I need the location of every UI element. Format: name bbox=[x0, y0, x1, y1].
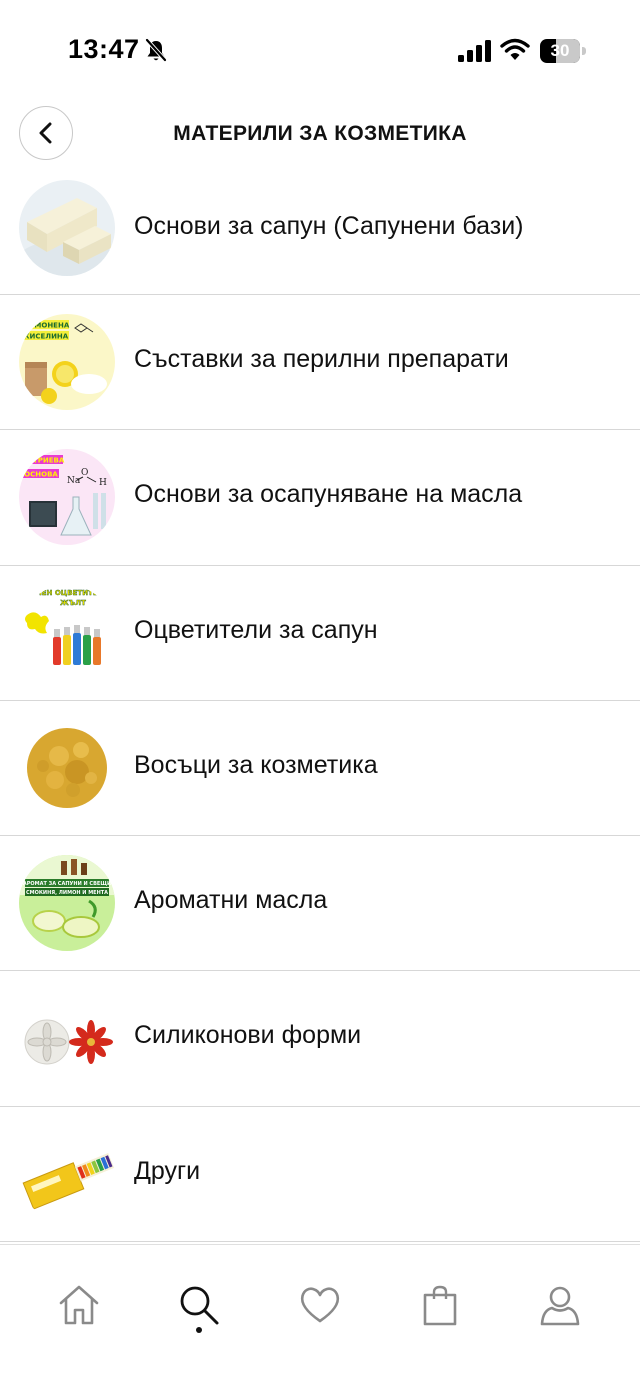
category-list: Основи за сапун (Сапунени бази) ЛИМОНЕНА… bbox=[0, 176, 640, 1243]
fragrance-oils-thumbnail: АРОМАТ ЗА САПУНИ И СВЕЩИ СМОКИНЯ, ЛИМОН … bbox=[19, 855, 115, 952]
signal-icon bbox=[458, 40, 491, 62]
thumb-text-2: ЖЪЛТ bbox=[60, 599, 86, 607]
silicone-molds-thumbnail bbox=[19, 990, 115, 1087]
battery-icon: 30 bbox=[540, 39, 586, 63]
bottom-navigation bbox=[0, 1244, 640, 1391]
cosmetic-waxes-thumbnail bbox=[19, 719, 115, 816]
status-time: 13:47 bbox=[68, 34, 140, 64]
wifi-icon bbox=[500, 38, 530, 60]
thumb-text-2: СМОКИНЯ, ЛИМОН И МЕНТА bbox=[26, 890, 108, 896]
other-thumbnail bbox=[19, 1125, 115, 1222]
category-item-cosmetic-waxes[interactable]: Восъци за козметика bbox=[0, 701, 640, 837]
category-item-detergent-ingredients[interactable]: ЛИМОНЕНА КИСЕЛИНА Съставки за перилни пр… bbox=[0, 295, 640, 431]
profile-icon bbox=[540, 1286, 580, 1326]
saponification-bases-thumbnail: НАТРИЕВА ОСНОВА Na O H bbox=[19, 449, 115, 546]
category-label: Основи за сапун (Сапунени бази) bbox=[134, 212, 524, 240]
category-label: Основи за осапуняване на масла bbox=[134, 480, 523, 509]
status-bar: 13:47 30 bbox=[0, 0, 640, 100]
category-label: Ароматни масла bbox=[134, 886, 328, 915]
thumb-text-1: ЛИМОНЕНА bbox=[23, 322, 70, 330]
category-item-soap-bases[interactable]: Основи за сапун (Сапунени бази) bbox=[0, 176, 640, 295]
category-label: Съставки за перилни препарати bbox=[134, 345, 509, 373]
thumb-text-3: Na bbox=[67, 476, 81, 486]
soap-bases-thumbnail bbox=[19, 180, 115, 276]
home-icon bbox=[59, 1285, 99, 1325]
shopping-bag-icon bbox=[423, 1285, 457, 1326]
nav-home-button[interactable] bbox=[51, 1277, 107, 1333]
soap-colorants-thumbnail: ТЕЧЕН ОЦВЕТИТЕЛ ЖЪЛТ bbox=[19, 584, 115, 681]
battery-level: 30 bbox=[550, 41, 570, 60]
thumb-text-1: ТЕЧЕН ОЦВЕТИТЕЛ bbox=[27, 589, 104, 597]
nav-search-button[interactable] bbox=[171, 1277, 227, 1333]
category-label: Други bbox=[134, 1156, 201, 1185]
nav-cart-button[interactable] bbox=[412, 1277, 468, 1333]
thumb-text-5: H bbox=[99, 478, 107, 488]
bell-off-icon bbox=[145, 38, 167, 62]
thumb-text-2: ОСНОВА bbox=[24, 471, 58, 479]
category-item-silicone-molds[interactable]: Силиконови форми bbox=[0, 971, 640, 1107]
category-label: Восъци за козметика bbox=[134, 750, 378, 779]
thumb-text-4: O bbox=[81, 468, 88, 478]
heart-icon bbox=[300, 1287, 340, 1323]
nav-profile-button[interactable] bbox=[532, 1277, 588, 1333]
page-title: МАТЕРИЛИ ЗА КОЗМЕТИКА bbox=[173, 122, 467, 145]
active-indicator bbox=[196, 1327, 202, 1333]
thumb-text-1: НАТРИЕВА bbox=[22, 457, 65, 465]
nav-favorites-button[interactable] bbox=[292, 1277, 348, 1333]
search-icon bbox=[180, 1286, 219, 1325]
category-label: Силиконови форми bbox=[134, 1021, 362, 1050]
page-header: МАТЕРИЛИ ЗА КОЗМЕТИКА bbox=[0, 100, 640, 176]
category-label: Оцветители за сапун bbox=[134, 615, 378, 644]
thumb-text-1: АРОМАТ ЗА САПУНИ И СВЕЩИ bbox=[23, 881, 111, 887]
category-item-soap-colorants[interactable]: ТЕЧЕН ОЦВЕТИТЕЛ ЖЪЛТ Оцветители за сапун bbox=[0, 566, 640, 701]
category-item-other[interactable]: Други bbox=[0, 1107, 640, 1243]
thumb-text-2: КИСЕЛИНА bbox=[24, 333, 69, 341]
category-item-saponification-bases[interactable]: НАТРИЕВА ОСНОВА Na O H Основи за осапуня… bbox=[0, 430, 640, 566]
detergent-ingredients-thumbnail: ЛИМОНЕНА КИСЕЛИНА bbox=[19, 314, 115, 410]
category-item-fragrance-oils[interactable]: АРОМАТ ЗА САПУНИ И СВЕЩИ СМОКИНЯ, ЛИМОН … bbox=[0, 836, 640, 972]
